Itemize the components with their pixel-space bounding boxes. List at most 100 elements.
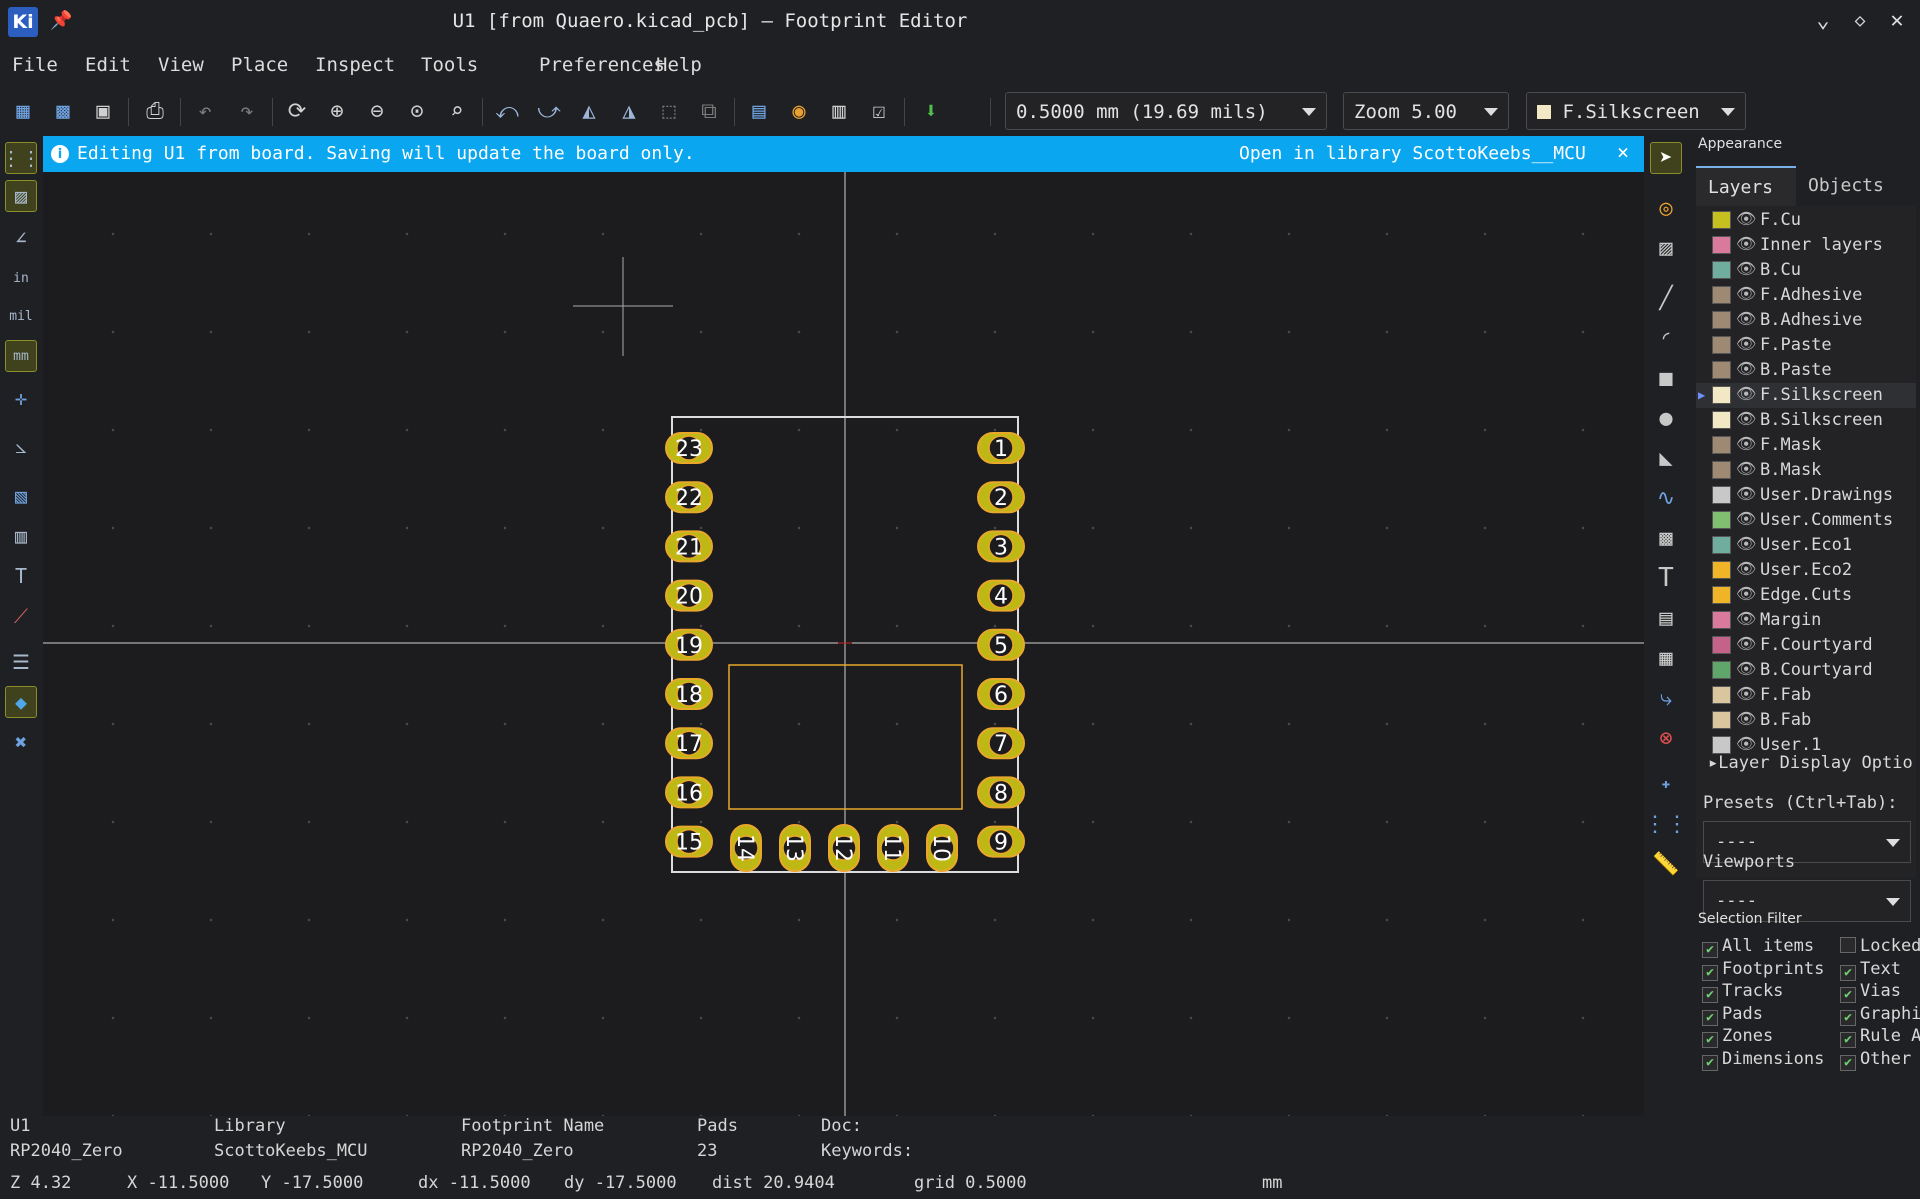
pad-9[interactable]: 9 xyxy=(977,825,1025,858)
close-icon[interactable]: ✕ xyxy=(1882,8,1912,33)
selection-filter-item[interactable]: ✔ Graphi xyxy=(1840,1004,1920,1026)
filter-checkbox[interactable]: ✔ xyxy=(1702,1054,1718,1071)
inch-units-icon[interactable]: in xyxy=(5,262,37,294)
pad-5[interactable]: 5 xyxy=(977,628,1025,661)
layer-color-swatch[interactable] xyxy=(1712,561,1731,579)
selection-filter-item[interactable]: ✔ All items xyxy=(1702,936,1814,958)
visibility-eye-icon[interactable]: 👁 xyxy=(1736,709,1756,728)
tab-objects[interactable]: Objects xyxy=(1796,166,1914,206)
refresh-icon[interactable]: ⟳ xyxy=(282,96,312,126)
zoom-in-icon[interactable]: ⊕ xyxy=(322,96,352,126)
selection-filter-item[interactable]: Locked xyxy=(1840,936,1920,956)
layer-color-swatch[interactable] xyxy=(1712,261,1731,279)
zoom-out-icon[interactable]: ⊖ xyxy=(362,96,392,126)
layer-display-options-toggle[interactable]: ▸Layer Display Optio xyxy=(1708,753,1913,773)
layer-row[interactable]: 👁 B.Paste xyxy=(1696,358,1916,383)
pad-21[interactable]: 21 xyxy=(665,530,713,563)
new-footprint-icon[interactable]: ▦ xyxy=(8,96,38,126)
pad-8[interactable]: 8 xyxy=(977,776,1025,809)
undo-icon[interactable]: ↶ xyxy=(190,96,220,126)
layer-row[interactable]: 👁 B.Adhesive xyxy=(1696,308,1916,333)
add-textbox-icon[interactable]: ▤ xyxy=(1650,602,1682,634)
layer-color-swatch[interactable] xyxy=(1712,636,1731,654)
visibility-eye-icon[interactable]: 👁 xyxy=(1736,309,1756,328)
layer-color-swatch[interactable] xyxy=(1712,436,1731,454)
layer-row[interactable]: ▶ 👁 F.Silkscreen xyxy=(1696,383,1916,408)
visibility-eye-icon[interactable]: 👁 xyxy=(1736,559,1756,578)
pad-22[interactable]: 22 xyxy=(665,481,713,514)
pad-20[interactable]: 20 xyxy=(665,579,713,612)
layer-color-swatch[interactable] xyxy=(1712,486,1731,504)
visibility-eye-icon[interactable]: 👁 xyxy=(1736,609,1756,628)
layer-color-swatch[interactable] xyxy=(1712,286,1731,304)
pad-10[interactable]: 10 xyxy=(926,824,958,872)
layer-color-swatch[interactable] xyxy=(1712,361,1731,379)
pad-6[interactable]: 6 xyxy=(977,678,1025,710)
layer-row[interactable]: 👁 Inner layers xyxy=(1696,233,1916,258)
layer-row[interactable]: 👁 F.Fab xyxy=(1696,683,1916,708)
menu-place[interactable]: Place xyxy=(231,54,288,76)
filter-checkbox[interactable]: ✔ xyxy=(1840,1054,1856,1071)
add-table-icon[interactable]: ▦ xyxy=(1650,642,1682,674)
layer-color-swatch[interactable] xyxy=(1712,311,1731,329)
selection-filter-item[interactable]: ✔ Vias xyxy=(1840,981,1901,1003)
pad-7[interactable]: 7 xyxy=(977,727,1025,760)
selection-filter-item[interactable]: ✔ Rule A xyxy=(1840,1026,1920,1048)
select-arrow-icon[interactable]: ➤ xyxy=(1650,142,1682,174)
layer-color-swatch[interactable] xyxy=(1712,336,1731,354)
group-icon[interactable]: ⬚ xyxy=(654,96,684,126)
tab-layers[interactable]: Layers xyxy=(1696,166,1796,206)
mirror-horizontal-icon[interactable]: ◭ xyxy=(574,96,604,126)
visibility-eye-icon[interactable]: 👁 xyxy=(1736,409,1756,428)
filter-checkbox[interactable]: ✔ xyxy=(1702,1032,1718,1048)
visibility-eye-icon[interactable]: 👁 xyxy=(1736,634,1756,653)
checklist-icon[interactable]: ☑ xyxy=(864,96,894,126)
print-icon[interactable]: ⎙ xyxy=(140,96,170,126)
pad-12[interactable]: 12 xyxy=(828,824,860,872)
layer-row[interactable]: 👁 Margin xyxy=(1696,608,1916,633)
layer-color-swatch[interactable] xyxy=(1712,236,1731,254)
rule-area-icon[interactable]: ▨ xyxy=(1650,232,1682,264)
layer-color-swatch[interactable] xyxy=(1712,736,1731,754)
visibility-eye-icon[interactable]: 👁 xyxy=(1736,209,1756,228)
layer-row[interactable]: 👁 User.Eco1 xyxy=(1696,533,1916,558)
layer-row[interactable]: 👁 F.Courtyard xyxy=(1696,633,1916,658)
pad-17[interactable]: 17 xyxy=(665,727,713,760)
draw-polygon-icon[interactable]: ◣ xyxy=(1650,442,1682,474)
visibility-eye-icon[interactable]: 👁 xyxy=(1736,234,1756,253)
draw-rectangle-icon[interactable]: ■ xyxy=(1650,362,1682,394)
visibility-eye-icon[interactable]: 👁 xyxy=(1736,484,1756,503)
mm-units-icon[interactable]: mm xyxy=(5,340,37,372)
rotate-cw-icon[interactable]: ⤻ xyxy=(534,96,564,126)
visibility-eye-icon[interactable]: 👁 xyxy=(1736,384,1756,403)
layer-row[interactable]: 👁 User.Comments xyxy=(1696,508,1916,533)
visibility-eye-icon[interactable]: 👁 xyxy=(1736,584,1756,603)
grid-overrides-icon[interactable]: ▨ xyxy=(5,180,37,212)
layer-color-swatch[interactable] xyxy=(1712,511,1731,529)
pad-4[interactable]: 4 xyxy=(977,579,1025,612)
visibility-eye-icon[interactable]: 👁 xyxy=(1736,284,1756,303)
update-board-icon[interactable]: ⬇ xyxy=(916,96,946,126)
pad-1[interactable]: 1 xyxy=(977,432,1025,464)
zoom-fit-icon[interactable]: ⊙ xyxy=(402,96,432,126)
mil-units-icon[interactable]: mil xyxy=(5,300,37,332)
selection-filter-item[interactable]: ✔ Zones xyxy=(1702,1026,1773,1048)
visibility-eye-icon[interactable]: 👁 xyxy=(1736,509,1756,528)
visibility-eye-icon[interactable]: 👁 xyxy=(1736,684,1756,703)
filter-checkbox[interactable]: ✔ xyxy=(1702,987,1718,1003)
rotate-ccw-icon[interactable]: ⤺ xyxy=(492,96,522,126)
selection-filter-item[interactable]: ✔ Pads xyxy=(1702,1004,1763,1026)
cursor-style-icon[interactable]: ✛ xyxy=(5,382,37,414)
measure-icon[interactable]: 📏 xyxy=(1650,848,1682,880)
layer-row[interactable]: 👁 F.Adhesive xyxy=(1696,283,1916,308)
pad-16[interactable]: 16 xyxy=(665,776,713,809)
redo-icon[interactable]: ↷ xyxy=(232,96,262,126)
add-image-icon[interactable]: ▩ xyxy=(1650,522,1682,554)
add-dimension-icon[interactable]: ⤷ xyxy=(1650,682,1682,714)
ungroup-icon[interactable]: ⧉ xyxy=(694,96,724,126)
grid-toggle-icon[interactable]: ⋮⋮ xyxy=(1,142,41,174)
zoom-select[interactable]: Zoom 5.00 xyxy=(1343,92,1509,130)
pad-18[interactable]: 18 xyxy=(665,678,713,710)
open-in-library-link[interactable]: Open in library ScottoKeebs__MCU xyxy=(1239,143,1586,164)
maximize-icon[interactable]: ◇ xyxy=(1845,10,1875,31)
